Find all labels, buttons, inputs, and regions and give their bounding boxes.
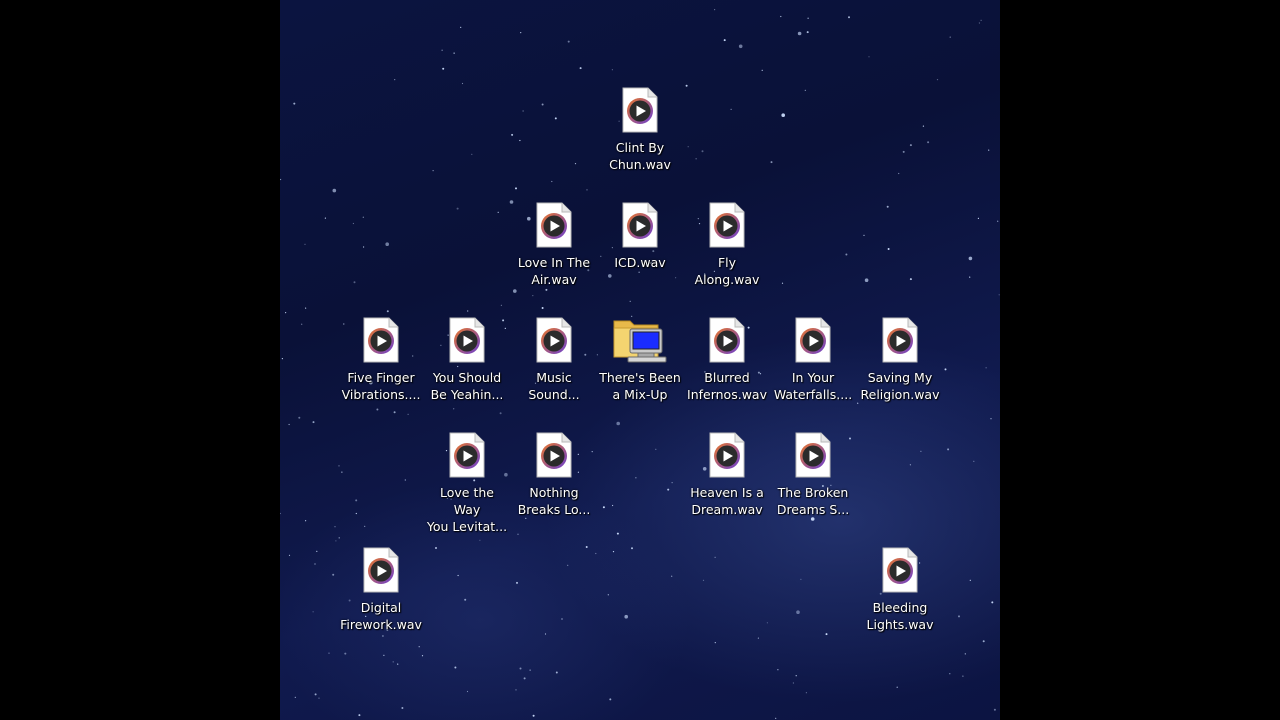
desktop-icon-fly-along[interactable]: Fly Along.wav [685, 202, 769, 288]
audio-file-icon [536, 317, 572, 363]
audio-file-icon [882, 317, 918, 363]
desktop-icon-you-should-be-yeahin[interactable]: You Should Be Yeahin... [425, 317, 509, 403]
icon-label: Saving My Religion.wav [860, 370, 940, 402]
icon-label: Fly Along.wav [694, 255, 760, 287]
icon-label: Five Finger Vibrations.... [341, 370, 421, 402]
desktop-icon-love-the-way-you-levitate[interactable]: Love the Way You Levitat... [425, 432, 509, 535]
computer-folder-icon [612, 317, 668, 363]
desktop-icon-icd[interactable]: ICD.wav [598, 202, 682, 271]
icon-label: The Broken Dreams S... [776, 485, 850, 517]
icon-label: ICD.wav [614, 255, 666, 270]
desktop-icon-theres-been-a-mix-up[interactable]: There's Been a Mix-Up [598, 317, 682, 403]
desktop-icon-love-in-the-air[interactable]: Love In The Air.wav [512, 202, 596, 288]
icon-label: Nothing Breaks Lo... [517, 485, 591, 517]
icon-label: In Your Waterfalls.... [773, 370, 853, 402]
desktop-icon-the-broken-dreams[interactable]: The Broken Dreams S... [771, 432, 855, 518]
audio-file-icon [536, 202, 572, 248]
desktop-icon-saving-my-religion[interactable]: Saving My Religion.wav [858, 317, 942, 403]
icon-label: Love In The Air.wav [517, 255, 591, 287]
desktop-icon-clint-by-chun[interactable]: Clint By Chun.wav [598, 87, 682, 173]
icon-label: Blurred Infernos.wav [687, 370, 767, 402]
audio-file-icon [709, 317, 745, 363]
audio-file-icon [882, 547, 918, 593]
audio-file-icon [363, 547, 399, 593]
icon-label: Heaven Is a Dream.wav [690, 485, 764, 517]
icon-label: Digital Firework.wav [340, 600, 422, 632]
audio-file-icon [363, 317, 399, 363]
audio-file-icon [449, 317, 485, 363]
icon-label: There's Been a Mix-Up [599, 370, 681, 402]
desktop-icon-heaven-is-a-dream[interactable]: Heaven Is a Dream.wav [685, 432, 769, 518]
desktop-icon-bleeding-lights[interactable]: Bleeding Lights.wav [858, 547, 942, 633]
desktop-icon-music-sound[interactable]: Music Sound... [512, 317, 596, 403]
audio-file-icon [709, 432, 745, 478]
audio-file-icon [622, 202, 658, 248]
desktop-icon-digital-firework[interactable]: Digital Firework.wav [339, 547, 423, 633]
desktop-icon-in-your-waterfalls[interactable]: In Your Waterfalls.... [771, 317, 855, 403]
audio-file-icon [795, 317, 831, 363]
audio-file-icon [795, 432, 831, 478]
icon-label: Bleeding Lights.wav [866, 600, 934, 632]
audio-file-icon [622, 87, 658, 133]
desktop-wallpaper: Clint By Chun.wav Love In The Air.wav ICD.… [280, 0, 1000, 720]
desktop-icon-five-finger-vibrations[interactable]: Five Finger Vibrations.... [339, 317, 423, 403]
icon-label: Music Sound... [528, 370, 580, 402]
desktop-icon-blurred-infernos[interactable]: Blurred Infernos.wav [685, 317, 769, 403]
audio-file-icon [449, 432, 485, 478]
icon-label: You Should Be Yeahin... [430, 370, 504, 402]
audio-file-icon [709, 202, 745, 248]
audio-file-icon [536, 432, 572, 478]
icon-label: Love the Way You Levitat... [426, 485, 508, 534]
icon-label: Clint By Chun.wav [609, 140, 671, 172]
desktop-icon-nothing-breaks-lo[interactable]: Nothing Breaks Lo... [512, 432, 596, 518]
